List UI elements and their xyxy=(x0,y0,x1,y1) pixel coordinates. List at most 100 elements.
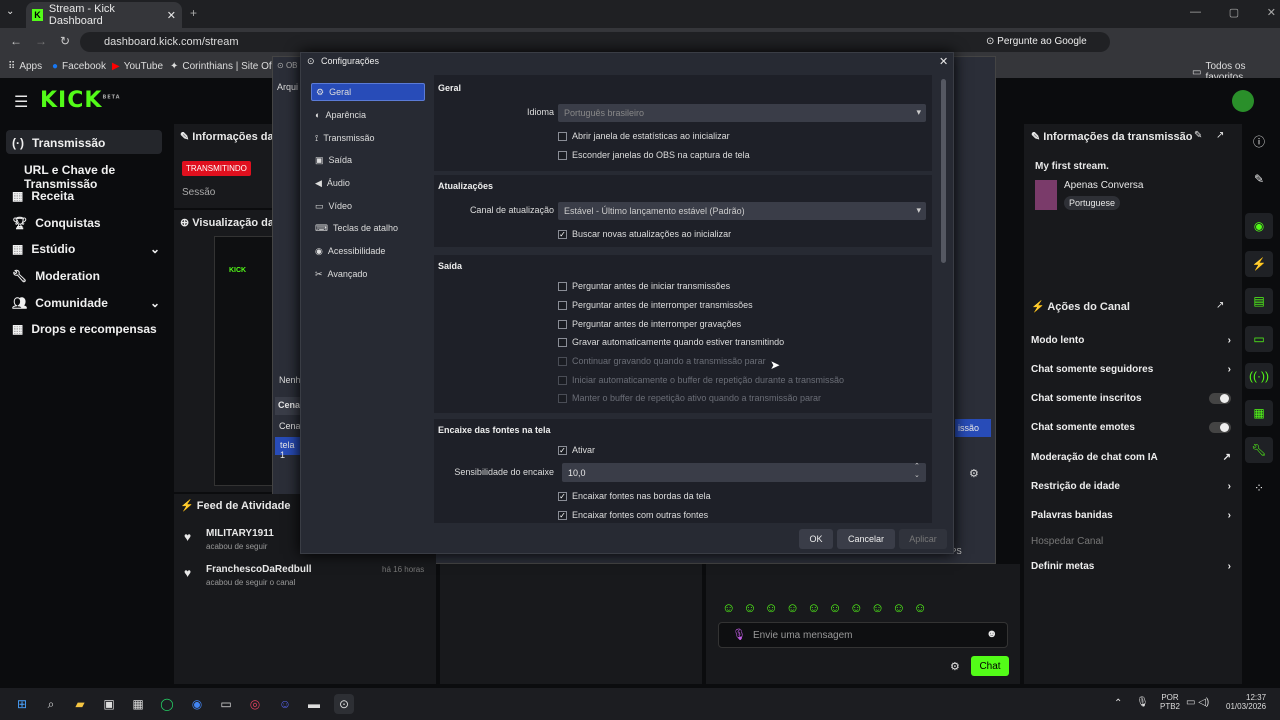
toggle-switch[interactable] xyxy=(1209,393,1231,404)
checkbox-check-updates[interactable]: ✓ Buscar novas atualizações ao inicializa… xyxy=(558,229,731,239)
sidebar-item-comunidade[interactable]: 👥︎ Comunidade ⌄ xyxy=(12,296,160,310)
activity-user[interactable]: MILITARY1911 xyxy=(206,528,274,539)
dots-icon[interactable]: ⁘ xyxy=(1245,475,1273,501)
checkbox-hide-obs[interactable]: Esconder janelas do OBS na captura de te… xyxy=(558,150,750,160)
dialog-close-icon[interactable]: ✕ xyxy=(939,55,948,68)
tab-close-icon[interactable]: ✕ xyxy=(167,9,176,22)
action-ai-moderation[interactable]: Moderação de chat com IA ↗ xyxy=(1031,452,1231,463)
checkbox-confirm-stop-stream[interactable]: Perguntar antes de interromper transmiss… xyxy=(558,300,753,310)
cancel-button[interactable]: Cancelar xyxy=(837,529,895,549)
sidebar-item-estudio[interactable]: ▦ Estúdio ⌄ xyxy=(12,242,160,256)
chat-icon[interactable]: ▭ xyxy=(1245,326,1273,352)
checkbox-open-stats[interactable]: Abrir janela de estatísticas ao iniciali… xyxy=(558,131,730,141)
obs-menu-arquivo[interactable]: Arqui xyxy=(277,82,298,92)
ask-google-button[interactable]: ⊙ Pergunte ao Google xyxy=(986,36,1087,47)
action-banned-words[interactable]: Palavras banidas › xyxy=(1031,510,1231,521)
nav-buttons[interactable]: ← → ↻ xyxy=(10,34,70,48)
action-age-restriction[interactable]: Restrição de idade › xyxy=(1031,481,1231,492)
layout-icon[interactable]: ▦ xyxy=(1245,400,1273,426)
lightning-icon[interactable]: ⚡ xyxy=(1245,251,1273,277)
checkbox-auto-record[interactable]: Gravar automaticamente quando estiver tr… xyxy=(558,337,784,347)
nav-hotkeys[interactable]: ⌨ Teclas de atalho xyxy=(311,219,425,237)
calculator-icon[interactable]: ▦ xyxy=(128,694,148,714)
mic-tray-icon[interactable]: 🎙︎ xyxy=(1136,697,1149,708)
windows-start-icon[interactable]: ⊞ xyxy=(12,694,32,714)
broadcast-icon[interactable]: ((·)) xyxy=(1245,363,1273,389)
nav-appearance[interactable]: ◐ Aparência xyxy=(311,106,425,124)
info-icon[interactable]: ⓘ xyxy=(1245,128,1273,154)
checkbox-snap-sources[interactable]: ✓ Encaixar fontes com outras fontes xyxy=(558,510,708,520)
mic-icon[interactable]: 🎙︎ xyxy=(732,628,746,641)
discord-icon[interactable]: ☺ xyxy=(275,694,295,714)
chrome-icon[interactable]: ◉ xyxy=(187,694,207,714)
activity-user[interactable]: FranchescoDaRedbull xyxy=(206,564,312,575)
action-emotes-only[interactable]: Chat somente emotes xyxy=(1031,422,1231,433)
app-icon[interactable]: ▭ xyxy=(216,694,236,714)
chat-input[interactable]: Envie uma mensagem xyxy=(718,622,1008,648)
sidebar-item-drops[interactable]: ▦ Drops e recompensas xyxy=(12,322,157,336)
menu-icon[interactable]: ☰ xyxy=(14,92,28,112)
toggle-switch[interactable] xyxy=(1209,422,1231,433)
checkbox-enable-snap[interactable]: ✓ Ativar xyxy=(558,445,595,455)
camera-icon[interactable]: ◉ xyxy=(1245,213,1273,239)
checkbox-snap-edges[interactable]: ✓ Encaixar fontes nas bordas da tela xyxy=(558,491,711,501)
sidebar-item-receita[interactable]: ▦ Receita xyxy=(12,189,74,203)
update-channel-select[interactable]: Estável - Último lançamento estável (Pad… xyxy=(558,202,926,220)
sidebar-item-moderation[interactable]: 🔧︎ Moderation xyxy=(12,269,100,283)
tab-list-icon[interactable]: ⌄ xyxy=(6,6,14,17)
apply-button[interactable]: Aplicar xyxy=(899,529,947,549)
actions-popout-icon[interactable]: ↗ xyxy=(1216,300,1224,311)
nav-general[interactable]: ⚙ Geral xyxy=(311,83,425,101)
language-select[interactable]: Português brasileiro xyxy=(558,104,926,122)
checkbox-confirm-stop-record[interactable]: Perguntar antes de interromper gravações xyxy=(558,319,741,329)
bookmark-apps[interactable]: ⠿ Apps xyxy=(8,61,42,72)
nav-advanced[interactable]: ✂ Avançado xyxy=(311,265,425,283)
chat-send-button[interactable]: Chat xyxy=(971,656,1009,676)
nav-video[interactable]: ▭ Vídeo xyxy=(311,197,425,215)
action-followers-only[interactable]: Chat somente seguidores › xyxy=(1031,364,1231,375)
store-icon[interactable]: ▣ xyxy=(99,694,119,714)
nav-audio[interactable]: ◀ Áudio xyxy=(311,174,425,192)
nav-output[interactable]: ▣ Saída xyxy=(311,151,425,169)
obs-scene-item[interactable]: Cena xyxy=(279,421,301,431)
content-scrollbar[interactable] xyxy=(941,79,946,263)
kick-logo[interactable]: KICKBETA xyxy=(40,88,121,113)
settings-gear-icon[interactable]: ⚙ xyxy=(950,660,960,673)
snap-sensitivity-spinbox[interactable]: 10,0 xyxy=(562,463,926,482)
nav-stream[interactable]: ⟟ Transmissão xyxy=(311,129,425,147)
network-icon[interactable]: ▭ ◁) xyxy=(1186,697,1209,708)
clock[interactable]: 12:37 01/03/2026 xyxy=(1226,693,1266,711)
bookmark-corinthians[interactable]: ✦ Corinthians | Site Of... xyxy=(170,61,280,72)
sidebar-item-transmissao[interactable]: (·) Transmissão xyxy=(12,136,105,150)
whatsapp-icon[interactable]: ◯ xyxy=(157,694,177,714)
action-set-goals[interactable]: Definir metas › xyxy=(1031,561,1231,572)
input-language[interactable]: POR PTB2 xyxy=(1160,693,1180,711)
bookmark-youtube[interactable]: ▶ YouTube xyxy=(112,61,163,72)
file-explorer-icon[interactable]: ▰ xyxy=(70,694,90,714)
sidebar-item-conquistas[interactable]: 🏆︎ Conquistas xyxy=(12,216,101,230)
pencil-icon[interactable]: ✎ xyxy=(1245,166,1273,192)
emoji-icon[interactable]: ☻ xyxy=(986,628,998,640)
avatar[interactable] xyxy=(1232,90,1254,112)
obs-gear-icon[interactable]: ⚙ xyxy=(969,467,979,480)
clipboard-icon[interactable]: ▤ xyxy=(1245,288,1273,314)
checkbox-confirm-start[interactable]: Perguntar antes de iniciar transmissões xyxy=(558,281,730,291)
tray-arrow-icon[interactable]: ⌃ xyxy=(1114,698,1122,709)
popout-icon[interactable]: ↗ xyxy=(1216,130,1224,141)
nav-accessibility[interactable]: ◉ Acessibilidade xyxy=(311,242,425,260)
window-controls[interactable]: — ▢ ✕ xyxy=(1190,6,1276,19)
obs-start-button[interactable]: issão xyxy=(955,419,991,437)
ok-button[interactable]: OK xyxy=(799,529,833,549)
action-slow-mode[interactable]: Modo lento › xyxy=(1031,335,1231,346)
url-field[interactable]: dashboard.kick.com/stream xyxy=(80,32,1110,52)
game-icon[interactable]: ▬ xyxy=(304,694,324,714)
edit-icon[interactable]: ✎ xyxy=(1194,130,1202,141)
browser-tab[interactable]: K Stream - Kick Dashboard ✕ xyxy=(26,2,182,28)
obs-scene-selected[interactable]: tela 1 xyxy=(275,437,303,460)
search-icon[interactable]: ⌕ xyxy=(41,694,61,714)
wrench-icon[interactable]: 🔧︎ xyxy=(1245,437,1273,463)
action-subscribers-only[interactable]: Chat somente inscritos xyxy=(1031,393,1231,404)
category-name[interactable]: Apenas Conversa xyxy=(1064,180,1144,191)
spin-arrows-icon[interactable]: ⌃ ⌄ xyxy=(914,462,920,480)
emote-row[interactable]: ☺☺☺☺☺☺☺☺☺☺ xyxy=(722,600,935,615)
